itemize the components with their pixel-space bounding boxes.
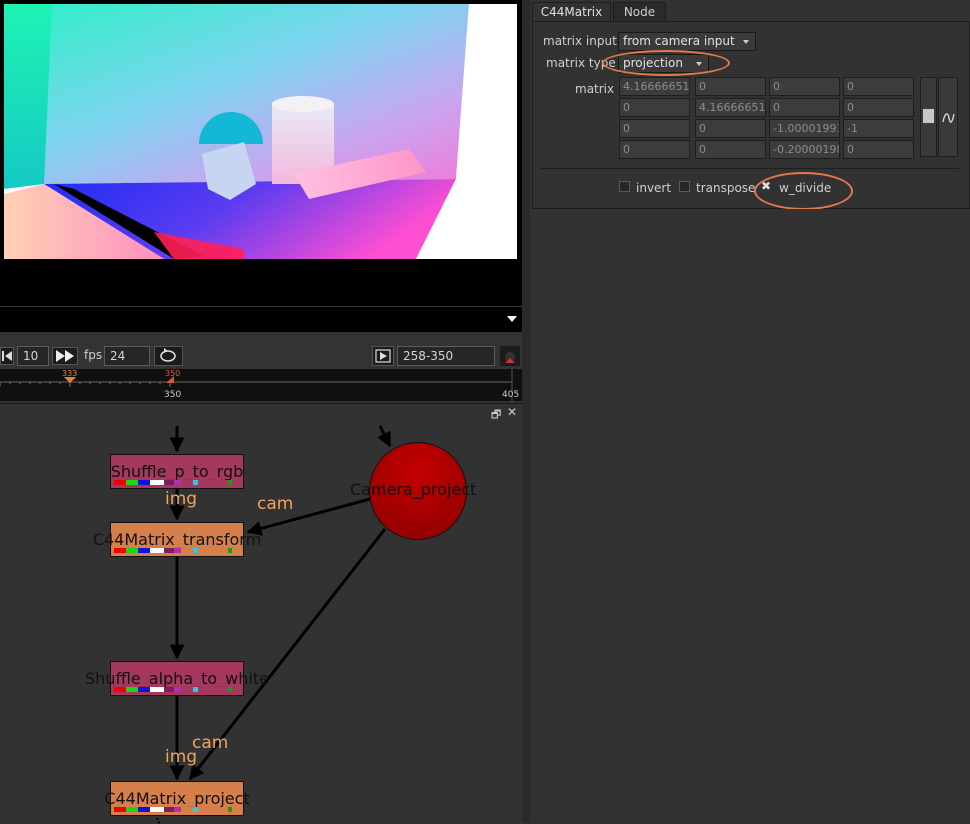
- matrix-cell[interactable]: 4.16666651: [695, 98, 766, 117]
- matrix-cell[interactable]: -1: [843, 119, 914, 138]
- matrix-cell[interactable]: -1.00001991: [769, 119, 840, 138]
- invert-checkbox[interactable]: [619, 181, 630, 192]
- matrix-cell[interactable]: 4.16666651: [619, 77, 690, 96]
- edge-label-cam: cam: [257, 494, 294, 514]
- timeline-tick-label: 350: [164, 390, 182, 400]
- step-back-icon: [2, 351, 12, 361]
- curve-icon: [942, 113, 955, 123]
- play-range-icon: [375, 349, 391, 363]
- node-c44matrix-transform[interactable]: C44Matrix_transform: [93, 522, 261, 557]
- fps-field[interactable]: 24: [104, 346, 150, 366]
- timeline-tick-label: 405: [502, 390, 520, 400]
- channel-stripe: [114, 687, 232, 692]
- divider-line: [541, 168, 959, 169]
- node-label: Shuffle_alpha_to_white: [85, 669, 269, 688]
- matrix-cell[interactable]: 0: [843, 140, 914, 159]
- timeline-in-point: 350: [165, 369, 181, 378]
- timeline-options-icon: [505, 352, 515, 363]
- invert-label: invert: [636, 181, 672, 195]
- matrix-cell[interactable]: 0: [695, 77, 766, 96]
- loop-mode-button[interactable]: [154, 346, 183, 366]
- step-increment-field[interactable]: 10: [17, 346, 49, 366]
- matrix-input-dropdown[interactable]: from camera input: [618, 32, 756, 51]
- tab-c44matrix[interactable]: C44Matrix: [532, 2, 611, 21]
- matrix-cell[interactable]: 0: [619, 119, 690, 138]
- node-label: C44Matrix_transform: [92, 530, 262, 549]
- edge-label-img: img: [165, 489, 198, 509]
- extra-options-button[interactable]: [500, 346, 520, 366]
- matrix-cell[interactable]: 0: [843, 98, 914, 117]
- node-graph[interactable]: 🗗 ✕ Shuffle_p_to_rgb img cam C44Matrix_t…: [0, 403, 522, 824]
- matrix-cell[interactable]: 0: [619, 140, 690, 159]
- node-label: Shuffle_p_to_rgb: [110, 462, 244, 481]
- matrix-cell[interactable]: 0: [843, 77, 914, 96]
- channel-stripe: [114, 480, 232, 485]
- timeline-ruler: [0, 369, 513, 401]
- matrix-input-label: matrix input: [543, 34, 617, 48]
- node-shuffle-alpha-to-white[interactable]: Shuffle_alpha_to_white: [85, 661, 269, 696]
- matrix-cell[interactable]: 0: [769, 77, 840, 96]
- fast-forward-button[interactable]: [52, 347, 78, 365]
- matrix-input-value: from camera input: [623, 34, 735, 48]
- loop-icon: [160, 348, 176, 362]
- node-c44matrix-project[interactable]: C44Matrix_project: [104, 781, 250, 816]
- transpose-label: transpose: [696, 181, 756, 195]
- matrix-cell[interactable]: -0.20000198: [769, 140, 840, 159]
- viewer-image: [4, 4, 517, 259]
- channel-stripe: [114, 807, 232, 812]
- matrix-cell[interactable]: 0: [695, 140, 766, 159]
- fast-forward-icon: [56, 350, 74, 362]
- node-shuffle-p-to-rgb[interactable]: Shuffle_p_to_rgb: [110, 454, 244, 489]
- annotation-circle: [754, 172, 853, 210]
- playback-controls: 10 fps 24 258-350: [0, 333, 522, 369]
- properties-empty-area: [530, 209, 970, 823]
- matrix-cell[interactable]: 0: [619, 98, 690, 117]
- fps-label: fps: [84, 348, 103, 362]
- viewer-menu-arrow-icon[interactable]: [507, 316, 517, 322]
- matrix-cell[interactable]: 0: [769, 98, 840, 117]
- viewer-info-bar: [0, 306, 522, 332]
- play-range-button[interactable]: [372, 346, 394, 366]
- panel-divider[interactable]: [522, 0, 530, 823]
- timeline-current-frame: 333: [62, 369, 78, 378]
- chevron-down-icon: [743, 40, 749, 44]
- matrix-cell[interactable]: 0: [695, 119, 766, 138]
- frame-range-field[interactable]: 258-350: [397, 346, 495, 366]
- annotation-circle: [602, 50, 730, 76]
- matrix-label: matrix: [575, 82, 615, 96]
- slider-handle-icon: [923, 109, 934, 123]
- tab-node[interactable]: Node: [613, 2, 666, 21]
- viewer[interactable]: [0, 0, 522, 332]
- node-label: C44Matrix_project: [104, 789, 250, 808]
- timeline[interactable]: 333 350 350 405: [0, 369, 522, 401]
- camera-node-label: Camera_project: [350, 480, 477, 499]
- matrix-slider-button[interactable]: [920, 77, 937, 157]
- step-back-button[interactable]: [0, 347, 14, 365]
- transpose-checkbox[interactable]: [679, 181, 690, 192]
- channel-stripe: [114, 548, 232, 553]
- edge-label-cam: cam: [192, 733, 229, 753]
- animation-menu-button[interactable]: [938, 77, 958, 157]
